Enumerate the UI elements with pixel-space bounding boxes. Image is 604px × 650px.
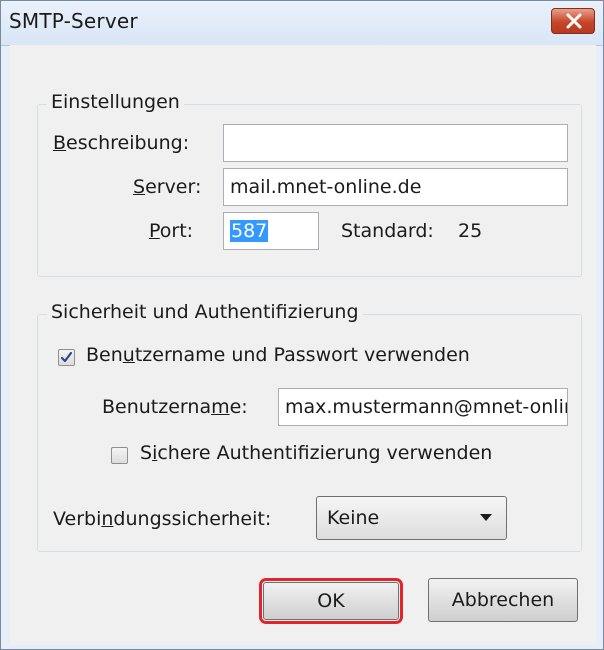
server-label: Server: [133, 176, 202, 198]
smtp-server-dialog: SMTP-Server Einstellungen Beschreibung: … [0, 0, 604, 650]
connection-security-select[interactable]: Keine [316, 496, 507, 540]
description-label: Beschreibung: [53, 132, 190, 154]
port-label: Port: [149, 220, 194, 242]
close-icon [566, 13, 582, 29]
window-title: SMTP-Server [9, 9, 138, 33]
connection-security-value: Keine [327, 507, 380, 529]
connection-security-label: Verbindungssicherheit: [53, 508, 272, 530]
ok-button[interactable]: OK [259, 578, 403, 624]
username-input[interactable]: max.mustermann@mnet-online.de [278, 388, 568, 426]
server-input[interactable]: mail.mnet-online.de [223, 168, 568, 206]
use-credentials-checkbox[interactable] [58, 349, 75, 366]
default-port-value: 25 [458, 220, 483, 242]
username-label: Benutzername: [102, 396, 248, 418]
cancel-button[interactable]: Abbrechen [428, 578, 578, 622]
title-bar: SMTP-Server [1, 1, 603, 46]
secure-auth-label[interactable]: Sichere Authentifizierung verwenden [140, 442, 492, 464]
use-credentials-label[interactable]: Benutzername und Passwort verwenden [86, 344, 470, 366]
checkmark-icon [60, 351, 73, 363]
security-legend: Sicherheit und Authentifizierung [47, 301, 363, 323]
description-input[interactable] [223, 124, 568, 162]
port-value-selected: 587 [230, 220, 269, 242]
dropdown-arrow-icon [480, 514, 492, 521]
settings-legend: Einstellungen [47, 91, 184, 113]
port-input[interactable]: 587 [223, 212, 319, 250]
dialog-body: Einstellungen Beschreibung: Server: mail… [10, 45, 596, 645]
close-button[interactable] [551, 8, 595, 34]
default-port-label: Standard: [341, 220, 434, 242]
secure-auth-checkbox[interactable] [111, 447, 128, 464]
